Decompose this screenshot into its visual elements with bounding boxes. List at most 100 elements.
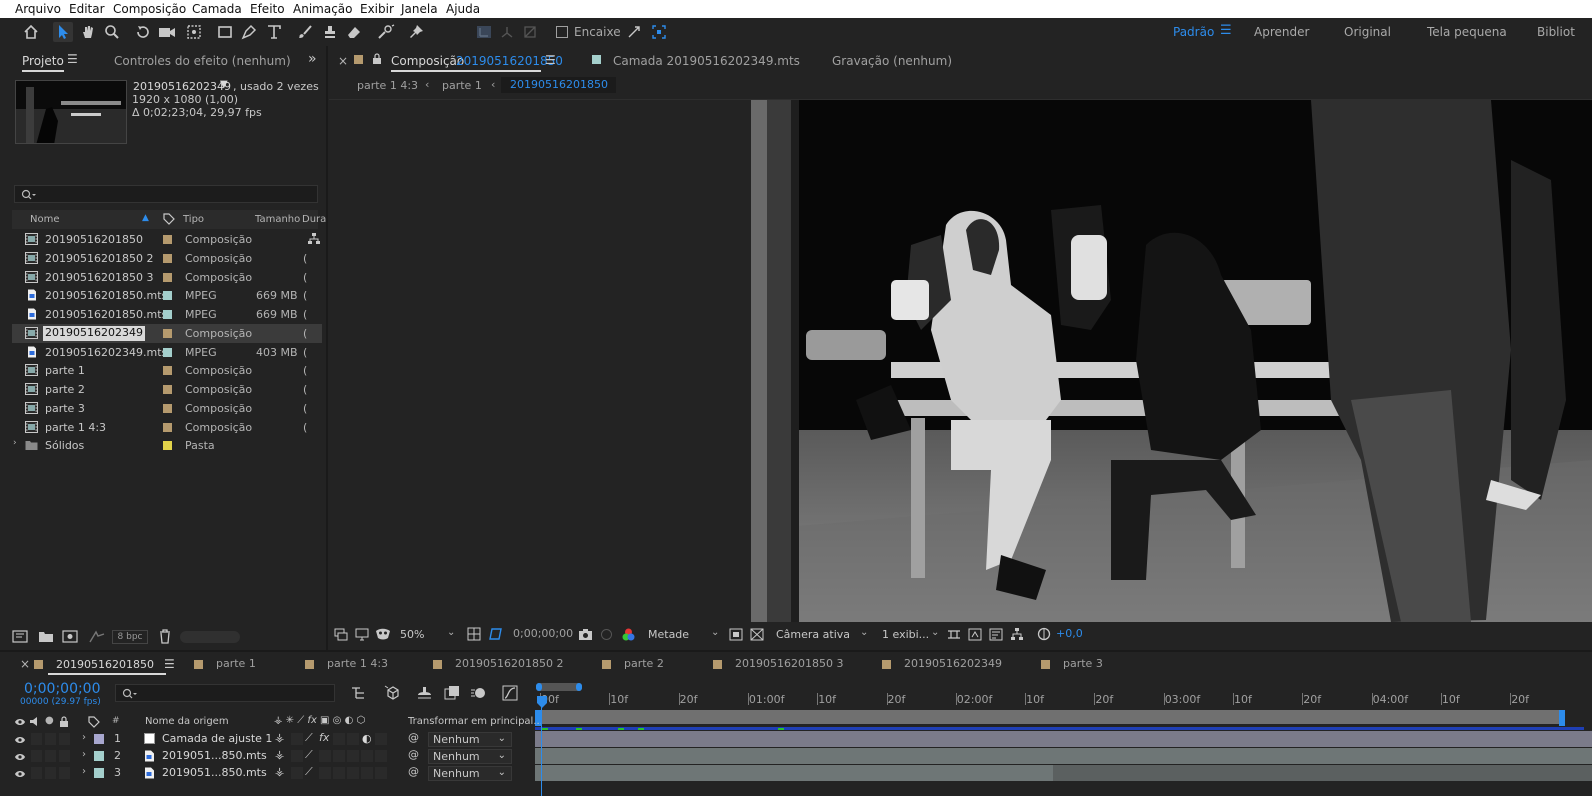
zoom-dropdown[interactable]: 50% ⌄ (395, 626, 459, 643)
tab-projeto[interactable]: Projeto (22, 54, 64, 68)
project-item[interactable]: parte 1 4:3 Composição ( (12, 418, 322, 437)
show-snapshot-icon[interactable] (599, 628, 614, 641)
pick-whip-icon[interactable]: @ (408, 765, 419, 778)
mask-visibility-icon[interactable] (375, 628, 391, 641)
collapse-switch[interactable] (291, 750, 303, 762)
fx-switch[interactable] (319, 750, 331, 762)
pen-tool-icon[interactable] (239, 22, 259, 42)
bit-depth-button[interactable]: 8 bpc (112, 630, 148, 644)
shy-layers-icon[interactable] (416, 685, 433, 701)
puppet-pin-tool-icon[interactable] (406, 22, 426, 42)
roto-brush-tool-icon[interactable] (376, 22, 396, 42)
axis-view-icon[interactable] (520, 22, 540, 42)
composition-viewer[interactable] (751, 100, 1592, 622)
label-tag-icon[interactable] (88, 716, 100, 728)
hand-tool-icon[interactable] (78, 22, 98, 42)
shy-switch-icon[interactable]: ⚶ (275, 748, 284, 761)
col-tamanho[interactable]: Tamanho (255, 214, 300, 225)
audio-toggle[interactable] (31, 733, 42, 745)
tab-footage[interactable]: Gravação (nenhum) (832, 54, 952, 68)
audio-toggle[interactable] (31, 767, 42, 779)
graph-editor-icon[interactable] (502, 685, 518, 701)
project-item[interactable]: parte 3 Composição ( (12, 399, 322, 418)
camera-tool-icon[interactable] (157, 22, 177, 42)
3d-layer-switch[interactable] (375, 750, 387, 762)
project-item[interactable]: parte 1 Composição ( (12, 361, 322, 380)
comp-mini-flowchart-icon[interactable] (351, 686, 367, 700)
resolution-dropdown[interactable]: Metade ⌄ (643, 626, 723, 643)
shy-switch-icon[interactable]: ⚶ (275, 731, 284, 744)
motion-blur-switch[interactable] (347, 733, 359, 745)
close-tab-icon[interactable]: × (338, 54, 348, 68)
workspace-tela-pequena[interactable]: Tela pequena (1427, 25, 1507, 39)
motion-blur-switch[interactable] (347, 750, 359, 762)
label-color-swatch[interactable] (163, 403, 172, 413)
layer-name[interactable]: Camada de ajuste 1 (162, 732, 272, 745)
close-tab-icon[interactable]: × (20, 657, 30, 671)
label-color-swatch[interactable] (163, 291, 172, 301)
fx-switch-icon[interactable]: fx (319, 731, 329, 744)
label-color-swatch[interactable] (163, 422, 172, 432)
label-color-swatch[interactable] (94, 734, 104, 744)
project-item[interactable]: 20190516202349 Composição ( (12, 323, 322, 343)
axis-local-icon[interactable] (474, 22, 494, 42)
menu-editar[interactable]: Editar (69, 2, 105, 16)
panel-expand-icon[interactable]: » (308, 51, 317, 67)
draft-3d-icon[interactable] (384, 685, 401, 701)
label-color-swatch[interactable] (94, 751, 104, 761)
flowchart-icon[interactable] (1010, 627, 1024, 641)
pick-whip-icon[interactable]: @ (408, 731, 419, 744)
range-end-handle[interactable] (1559, 710, 1565, 726)
safe-margins-icon[interactable] (467, 627, 481, 641)
workspace-biblioteca[interactable]: Bibliot (1537, 25, 1575, 39)
workspace-original[interactable]: Original (1344, 25, 1391, 39)
tab-composition-prefix[interactable]: Composição (391, 54, 464, 68)
frame-blend-switch[interactable] (333, 750, 345, 762)
motion-blur-icon[interactable] (470, 685, 486, 701)
menu-efeito[interactable]: Efeito (250, 2, 285, 16)
work-area-bar[interactable] (536, 683, 582, 691)
solo-toggle[interactable] (45, 750, 56, 762)
timeline-search-input[interactable] (115, 684, 335, 702)
color-channels-icon[interactable] (621, 627, 636, 642)
thumbnail-size-slider[interactable] (180, 631, 240, 643)
timeline-tab[interactable]: 20190516201850 ☰ (34, 657, 175, 671)
expand-chevron-icon[interactable]: › (82, 732, 86, 743)
tab-effect-controls[interactable]: Controles do efeito (nenhum) (114, 54, 291, 68)
solo-toggle[interactable] (45, 767, 56, 779)
layer-duration-bar[interactable] (535, 731, 1592, 747)
project-item[interactable]: 20190516202349.mts MPEG 403 MB ( (12, 343, 322, 362)
eraser-tool-icon[interactable] (344, 22, 364, 42)
parent-dropdown[interactable]: Nenhum ⌄ (428, 766, 512, 781)
label-tag-icon[interactable] (163, 213, 175, 225)
interpret-footage-icon[interactable] (12, 630, 28, 643)
label-color-swatch[interactable] (94, 768, 104, 778)
always-preview-icon[interactable] (334, 628, 348, 641)
project-item[interactable]: 20190516201850 2 Composição ( (12, 249, 322, 268)
quality-switch-icon[interactable]: ⟋ (305, 731, 313, 745)
col-duracao[interactable]: Dura (302, 214, 326, 225)
clone-stamp-tool-icon[interactable] (320, 22, 340, 42)
expand-chevron-icon[interactable]: › (82, 766, 86, 777)
toggle-mask-path-icon[interactable] (488, 627, 503, 641)
adjustment-switch[interactable] (361, 767, 373, 779)
timeline-tab[interactable]: 20190516201850 3 (713, 657, 843, 670)
lock-icon[interactable] (59, 716, 69, 727)
layer-row[interactable]: › 3 2019051...850.mts ⚶ ⟋ @ Nenhum ⌄ (8, 765, 534, 782)
menu-composicao[interactable]: Composição (113, 2, 186, 16)
snapping-checkbox[interactable] (556, 26, 568, 38)
project-settings-icon[interactable] (88, 630, 106, 643)
brush-tool-icon[interactable] (295, 22, 315, 42)
region-of-interest-icon[interactable] (729, 628, 743, 641)
lock-icon[interactable] (372, 53, 382, 65)
breadcrumb-item-1[interactable]: parte 1 4:3 (357, 79, 418, 92)
timeline-tab[interactable]: parte 3 (1041, 657, 1103, 670)
label-color-swatch[interactable] (163, 272, 172, 282)
selection-tool-icon[interactable] (53, 22, 73, 42)
new-composition-icon[interactable] (62, 630, 78, 643)
frame-blend-switch[interactable] (333, 733, 345, 745)
parent-header[interactable]: Transformar em principal... (408, 716, 543, 727)
menu-camada[interactable]: Camada (192, 2, 242, 16)
label-color-swatch[interactable] (163, 441, 172, 451)
timeline-tab[interactable]: parte 1 (194, 657, 256, 670)
